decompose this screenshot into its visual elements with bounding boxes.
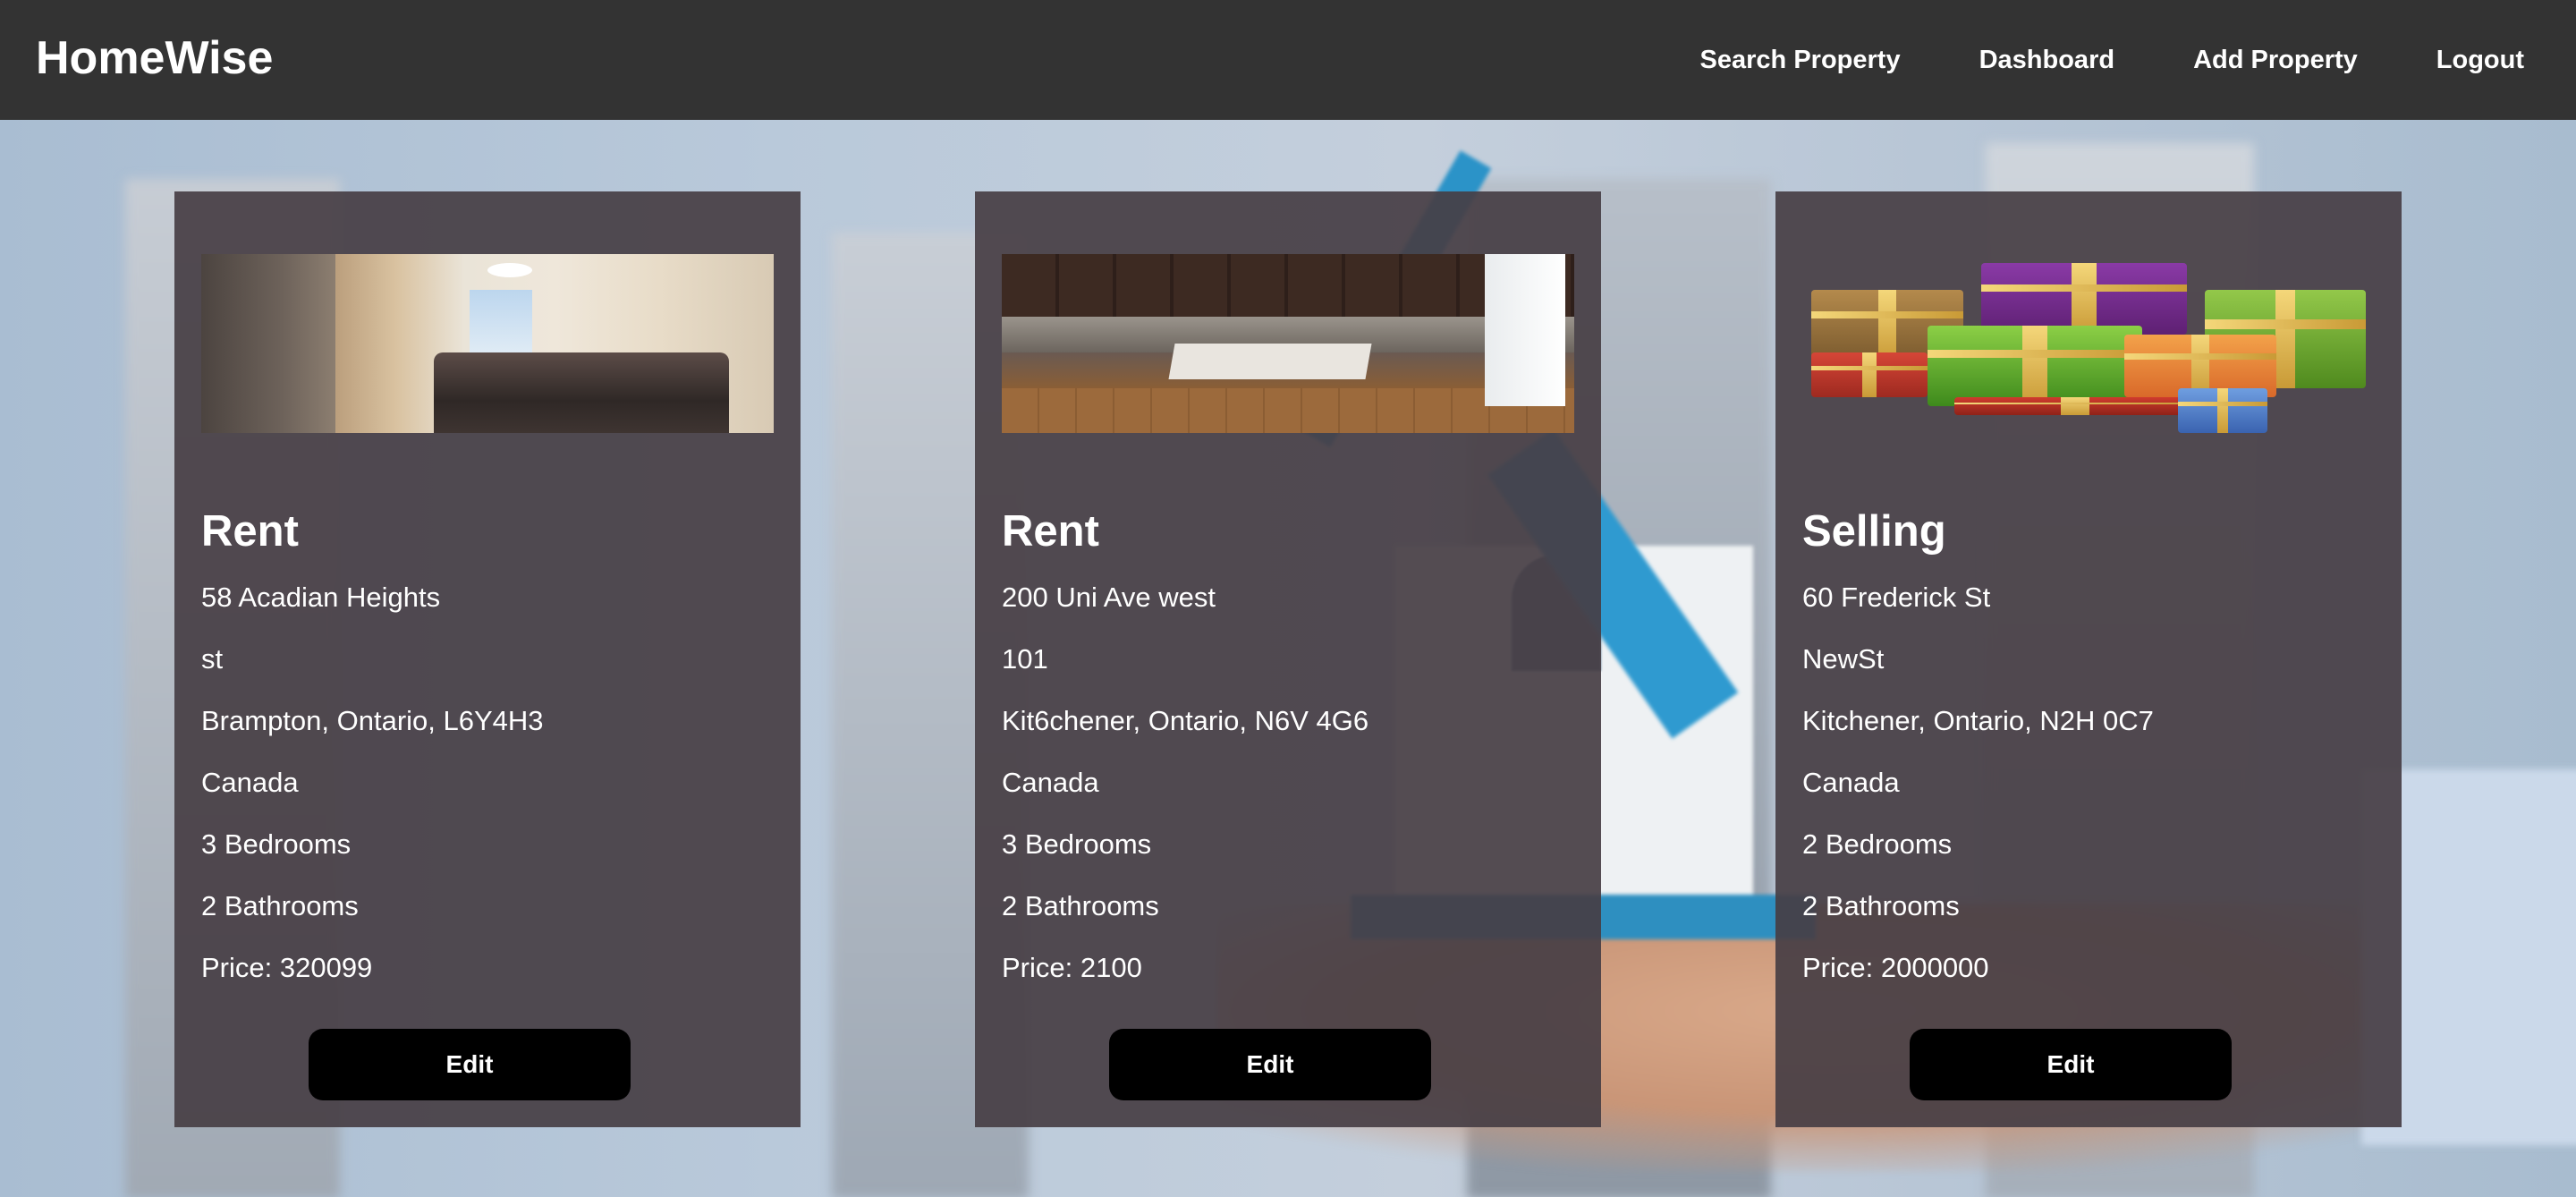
property-price: Price: 2100 — [1002, 952, 1142, 983]
property-bathrooms: 2 Bathrooms — [1802, 890, 1960, 921]
property-image-gift-boxes — [1802, 254, 2375, 433]
property-bedrooms: 3 Bedrooms — [1002, 828, 1152, 860]
property-image-kitchen — [1002, 254, 1574, 433]
nav-dashboard[interactable]: Dashboard — [1979, 46, 2114, 75]
image-gift-box — [1811, 352, 1928, 397]
image-table — [1168, 344, 1372, 379]
navbar: HomeWise Search Property Dashboard Add P… — [0, 0, 2576, 120]
nav-links: Search Property Dashboard Add Property L… — [1700, 0, 2524, 120]
property-cards: Rent 58 Acadian Heights st Brampton, Ont… — [0, 191, 2576, 1127]
property-address-line1: 60 Frederick St — [1802, 582, 1991, 613]
property-address-line2: NewSt — [1802, 643, 1885, 675]
property-card: Rent 200 Uni Ave west 101 Kit6chener, On… — [975, 191, 1601, 1127]
property-bedrooms: 2 Bedrooms — [1802, 828, 1953, 860]
property-card: Rent 58 Acadian Heights st Brampton, Ont… — [174, 191, 801, 1127]
property-price: Price: 2000000 — [1802, 952, 1989, 983]
image-gift-box — [1981, 263, 2187, 335]
property-image-bedroom — [201, 254, 774, 433]
image-bed — [434, 352, 729, 433]
edit-button[interactable]: Edit — [309, 1029, 631, 1100]
property-price: Price: 320099 — [201, 952, 373, 983]
property-bedrooms: 3 Bedrooms — [201, 828, 352, 860]
property-address-line2: 101 — [1002, 643, 1048, 675]
property-type: Selling — [1802, 507, 1946, 556]
property-address-line1: 58 Acadian Heights — [201, 582, 441, 613]
property-city: Kit6chener, Ontario, N6V 4G6 — [1002, 705, 1369, 736]
property-type: Rent — [1002, 507, 1099, 556]
brand-logo[interactable]: HomeWise — [36, 27, 273, 89]
image-door — [201, 254, 335, 433]
property-bathrooms: 2 Bathrooms — [201, 890, 359, 921]
property-address-line1: 200 Uni Ave west — [1002, 582, 1216, 613]
property-country: Canada — [1002, 767, 1099, 798]
property-address-line2: st — [201, 643, 224, 675]
property-card: Selling 60 Frederick St NewSt Kitchener,… — [1775, 191, 2402, 1127]
edit-button[interactable]: Edit — [1109, 1029, 1431, 1100]
property-type: Rent — [201, 507, 299, 556]
property-country: Canada — [201, 767, 299, 798]
image-gift-box — [1954, 397, 2196, 415]
property-city: Kitchener, Ontario, N2H 0C7 — [1802, 705, 2154, 736]
nav-logout[interactable]: Logout — [2436, 46, 2524, 75]
image-gift-box — [1928, 326, 2142, 406]
property-bathrooms: 2 Bathrooms — [1002, 890, 1159, 921]
image-ceiling-light — [487, 263, 532, 277]
image-gift-box — [2178, 388, 2267, 433]
property-city: Brampton, Ontario, L6Y4H3 — [201, 705, 544, 736]
edit-button[interactable]: Edit — [1910, 1029, 2232, 1100]
image-fridge — [1485, 254, 1565, 406]
property-country: Canada — [1802, 767, 1900, 798]
nav-search-property[interactable]: Search Property — [1700, 46, 1901, 75]
nav-add-property[interactable]: Add Property — [2193, 46, 2358, 75]
